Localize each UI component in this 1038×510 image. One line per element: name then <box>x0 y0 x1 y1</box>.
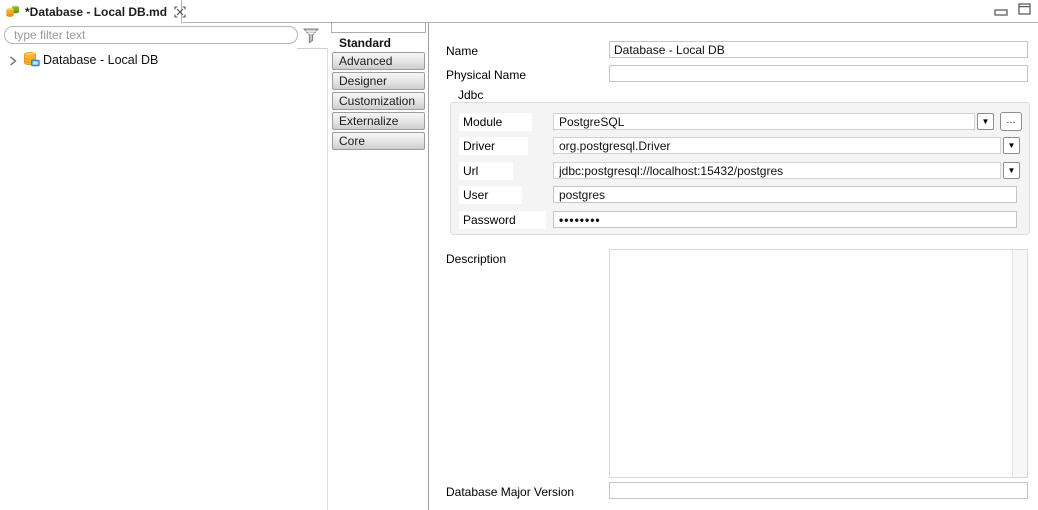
category-tab-customization[interactable]: Customization <box>332 92 425 110</box>
driver-combo-input[interactable] <box>553 137 1001 154</box>
description-textarea[interactable] <box>609 249 1028 478</box>
category-tab-designer[interactable]: Designer <box>332 72 425 90</box>
url-label: Url <box>459 162 513 180</box>
chevron-right-icon[interactable] <box>9 55 17 66</box>
password-label: Password <box>459 211 546 229</box>
physical-name-input[interactable] <box>609 65 1028 82</box>
tab-title: *Database - Local DB.md <box>25 4 168 19</box>
editor-window: *Database - Local DB.md type filter text… <box>0 0 1038 510</box>
module-browse-button[interactable]: ... <box>1000 112 1022 131</box>
physical-name-label: Physical Name <box>446 68 527 82</box>
editor-tab-bar: *Database - Local DB.md <box>0 0 1038 23</box>
category-tab-core[interactable]: Core <box>332 132 425 150</box>
jdbc-group: Module ▼ ... Driver ▼ Url ▼ User Passwor… <box>450 102 1030 235</box>
driver-label: Driver <box>459 137 528 155</box>
description-label: Description <box>446 252 507 266</box>
driver-dropdown-icon[interactable]: ▼ <box>1003 137 1020 154</box>
explorer-divider <box>327 49 328 510</box>
panel-divider <box>428 22 429 510</box>
module-label: Module <box>459 113 532 131</box>
tree-item-database[interactable]: Database - Local DB <box>0 51 326 68</box>
db-major-version-input[interactable] <box>609 482 1028 499</box>
password-input[interactable] <box>553 211 1017 228</box>
tab-bar-bottom-border <box>183 22 1038 23</box>
filter-funnel-icon[interactable] <box>302 27 320 45</box>
url-combo-input[interactable] <box>553 162 1001 179</box>
name-label: Name <box>446 44 479 58</box>
user-input[interactable] <box>553 186 1017 203</box>
database-icon <box>23 52 40 67</box>
user-label: User <box>459 186 522 204</box>
url-dropdown-icon[interactable]: ▼ <box>1003 162 1020 179</box>
db-major-version-label: Database Major Version <box>446 485 575 499</box>
category-tab-advanced[interactable]: Advanced <box>332 52 425 70</box>
category-tabs-header <box>331 22 426 33</box>
name-input[interactable] <box>609 41 1028 58</box>
filter-toolbar-edge <box>297 48 328 49</box>
module-combo-input[interactable] <box>553 113 975 130</box>
jdbc-group-title: Jdbc <box>458 88 484 102</box>
minimize-view-button[interactable] <box>994 6 1009 28</box>
filter-input[interactable] <box>4 26 298 44</box>
description-scrollbar[interactable] <box>1012 250 1027 477</box>
close-icon[interactable] <box>174 5 186 18</box>
category-tab-externalize[interactable]: Externalize <box>332 112 425 130</box>
editor-tab[interactable]: *Database - Local DB.md <box>0 0 186 23</box>
model-file-icon <box>6 5 20 18</box>
category-tab-standard[interactable]: Standard <box>332 36 426 51</box>
module-dropdown-icon[interactable]: ▼ <box>977 113 994 130</box>
tree-item-label: Database - Local DB <box>43 52 159 67</box>
